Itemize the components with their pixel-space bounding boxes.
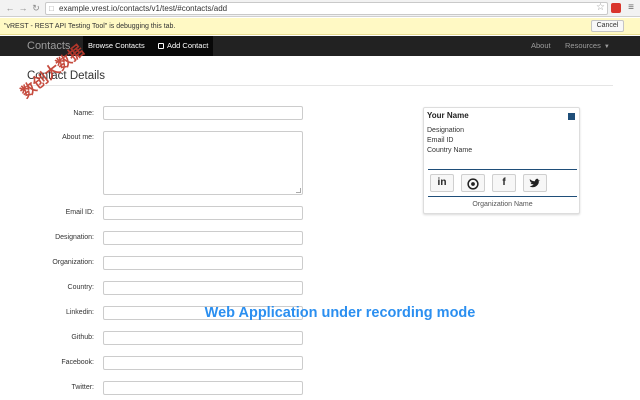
- twitter-label: Twitter:: [71, 384, 94, 391]
- forward-arrow-icon[interactable]: →: [18, 3, 28, 13]
- card-designation: Designation: [427, 127, 464, 134]
- nav-add-contact-label: Add Contact: [167, 41, 209, 50]
- github-icon[interactable]: [461, 174, 485, 192]
- card-divider-bottom: [428, 196, 577, 197]
- card-divider-top: [428, 169, 577, 170]
- about-me-textarea[interactable]: [103, 131, 303, 195]
- github-label: Github:: [71, 334, 94, 341]
- recording-mode-banner: Web Application under recording mode: [204, 305, 476, 321]
- nav-resources[interactable]: Resources ▼: [565, 36, 610, 57]
- designation-label: Designation:: [55, 234, 94, 241]
- country-label: Country:: [67, 284, 94, 291]
- card-country: Country Name: [427, 147, 473, 154]
- facebook-label: Facebook:: [61, 359, 94, 366]
- facebook-icon[interactable]: f: [492, 174, 516, 192]
- extension-icon[interactable]: [611, 3, 621, 13]
- caret-down-icon: ▼: [603, 44, 610, 50]
- nav-about[interactable]: About: [531, 36, 551, 56]
- card-name: Your Name: [427, 111, 469, 120]
- nav-browse-contacts[interactable]: Browse Contacts: [88, 36, 145, 56]
- twitter-icon[interactable]: [523, 174, 547, 192]
- browser-toolbar: ← → ↻ □ example.vrest.io/contacts/v1/tes…: [0, 0, 640, 17]
- name-label: Name:: [73, 110, 94, 117]
- page-info-icon[interactable]: □: [49, 4, 57, 14]
- app-navbar: Contacts Browse Contacts Add Contact Abo…: [0, 36, 640, 56]
- contact-preview-card: Your Name Designation Email ID Country N…: [423, 107, 580, 214]
- country-field[interactable]: [103, 281, 303, 295]
- card-email: Email ID: [427, 137, 454, 144]
- debugging-infobar: "vREST - REST API Testing Tool" is debug…: [0, 18, 640, 35]
- linkedin-icon[interactable]: in: [430, 174, 454, 192]
- title-divider: [27, 85, 613, 86]
- name-field[interactable]: [103, 106, 303, 120]
- edit-icon: [158, 43, 164, 49]
- nav-resources-label: Resources: [565, 41, 601, 50]
- menu-icon[interactable]: ≡: [626, 3, 636, 13]
- bookmark-star-icon[interactable]: ☆: [596, 2, 606, 14]
- nav-add-contact[interactable]: Add Contact: [158, 36, 208, 56]
- resize-grip-icon[interactable]: [296, 188, 301, 193]
- infobar-message: "vREST - REST API Testing Tool" is debug…: [4, 23, 176, 30]
- facebook-field[interactable]: [103, 356, 303, 370]
- about-me-label: About me:: [62, 134, 94, 141]
- cancel-button[interactable]: Cancel: [591, 20, 624, 32]
- github-field[interactable]: [103, 331, 303, 345]
- square-icon: [568, 113, 575, 120]
- back-arrow-icon[interactable]: ←: [5, 3, 15, 13]
- twitter-field[interactable]: [103, 381, 303, 395]
- organization-field[interactable]: [103, 256, 303, 270]
- card-organization: Organization Name: [472, 201, 533, 208]
- url-text[interactable]: example.vrest.io/contacts/v1/test/#conta…: [59, 3, 227, 15]
- reload-icon[interactable]: ↻: [31, 3, 41, 13]
- email-field[interactable]: [103, 206, 303, 220]
- address-bar[interactable]: □ example.vrest.io/contacts/v1/test/#con…: [45, 2, 608, 15]
- designation-field[interactable]: [103, 231, 303, 245]
- organization-label: Organization:: [52, 259, 94, 266]
- email-label: Email ID:: [65, 209, 94, 216]
